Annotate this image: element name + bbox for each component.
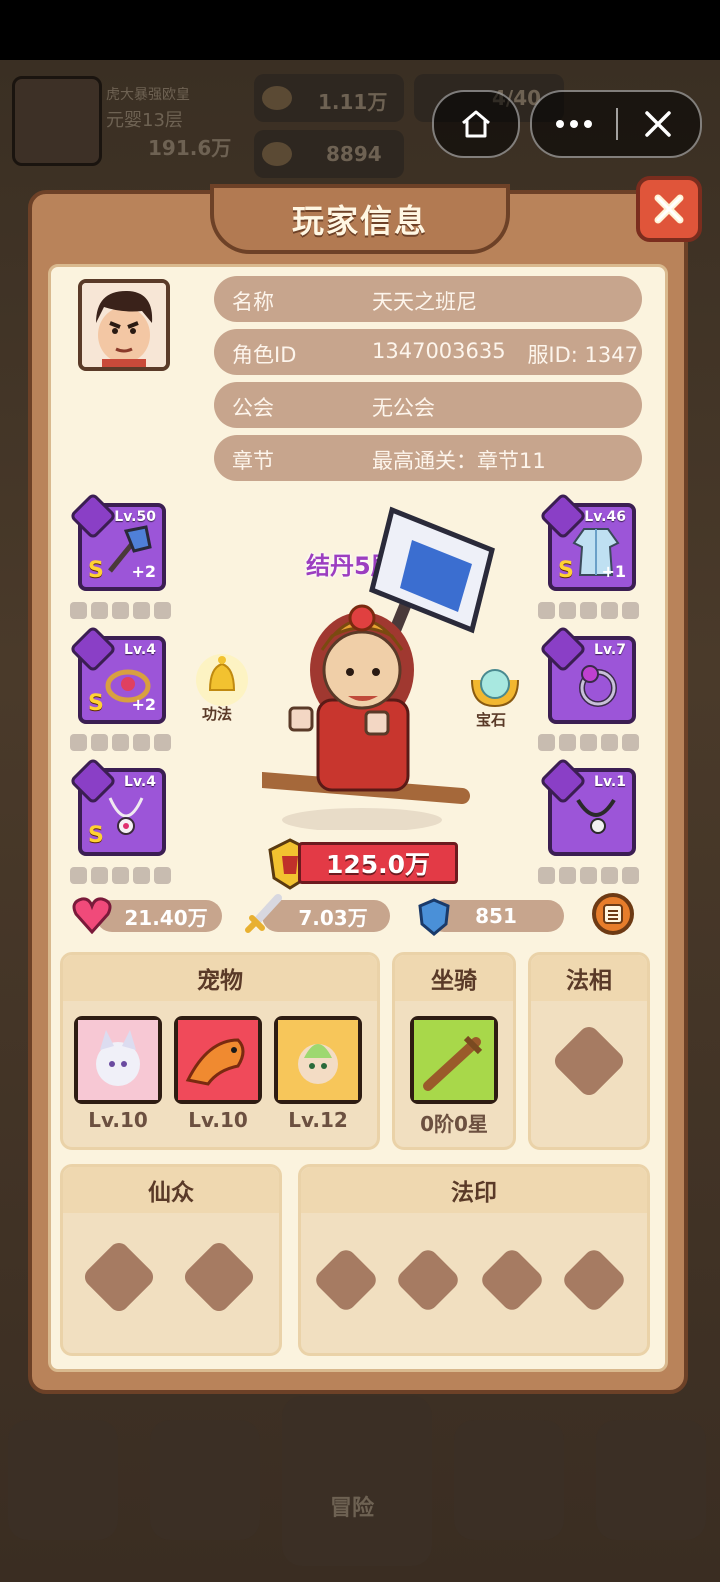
info-row-id: 角色ID 1347003635 服ID: 1347: [214, 329, 642, 375]
list-icon: [603, 904, 623, 924]
ring-icon: [579, 665, 617, 707]
seals-title: 法印: [301, 1167, 647, 1213]
panel-close-button[interactable]: [636, 176, 702, 242]
equip-grade: S: [558, 558, 574, 583]
heart-icon: [72, 897, 112, 934]
sword-icon: [245, 894, 282, 933]
equip-plus: +2: [131, 695, 156, 714]
mount-title: 坐骑: [395, 955, 513, 1001]
ring-star-dots: [538, 734, 639, 751]
name-value: 天天之班尼: [372, 290, 477, 314]
bg-nav-5: [596, 1420, 706, 1540]
capsule-close-button[interactable]: [618, 110, 698, 138]
bg-nav-1: [8, 1420, 118, 1540]
name-label: 名称: [232, 290, 274, 314]
equip-slot-robe[interactable]: Lv.46 S +1: [538, 491, 636, 591]
mount-slot[interactable]: [410, 1016, 498, 1104]
attribute-detail-button[interactable]: [592, 893, 634, 935]
pet-slot-3[interactable]: [274, 1016, 362, 1104]
pendant-star-dots: [538, 867, 639, 884]
avatar-face-icon: [82, 283, 166, 367]
info-row-name: 名称 天天之班尼: [214, 276, 642, 322]
bg-gem-icon: [262, 142, 292, 166]
immortals-section: 仙众: [60, 1164, 282, 1356]
robe-star-dots: [538, 602, 639, 619]
bg-food-icon: [262, 86, 292, 110]
skill-button[interactable]: [190, 650, 254, 706]
info-row-guild: 公会 无公会: [214, 382, 642, 428]
equip-slot-ring[interactable]: Lv.7: [538, 624, 636, 724]
pet-level: Lv.10: [88, 1108, 148, 1132]
id-value: 1347003635: [372, 339, 506, 363]
power-value: 125.0万: [325, 850, 431, 879]
equip-slot-pendant[interactable]: Lv.1: [538, 756, 636, 856]
pet-level: Lv.10: [188, 1108, 248, 1132]
equip-plus: +2: [131, 562, 156, 581]
pet-fox-icon: [78, 1020, 158, 1100]
equip-slot-weapon[interactable]: Lv.50 S +2: [68, 491, 166, 591]
equip-grade: S: [88, 691, 104, 716]
id-label: 角色ID: [232, 343, 297, 367]
home-icon: [462, 110, 490, 138]
power-banner: 125.0万: [298, 842, 458, 884]
guild-value: 无公会: [372, 396, 435, 420]
equip-grade: S: [88, 558, 104, 583]
mount-sword-icon: [414, 1020, 494, 1100]
skill-label: 功法: [202, 705, 233, 723]
hp-stat: 21.40万: [96, 900, 222, 932]
hero-character: [262, 506, 495, 830]
guild-label: 公会: [232, 396, 274, 420]
chapter-label: 章节: [232, 449, 274, 473]
pet-dragon-icon: [178, 1020, 258, 1100]
bg-nav-4: [454, 1420, 564, 1540]
hp-value: 21.40万: [124, 905, 208, 930]
attack-value: 7.03万: [298, 905, 368, 930]
equip-slot-amulet[interactable]: Lv.4 S +2: [68, 624, 166, 724]
weapon-star-dots: [70, 602, 171, 619]
bg-player-level: 元婴13层: [106, 110, 183, 131]
amulet-star-dots: [70, 734, 171, 751]
bg-player-name: 虎大暴强欧皇: [106, 87, 190, 103]
close-icon: [654, 194, 684, 224]
equip-plus: +1: [601, 562, 626, 581]
shield-icon: [418, 898, 450, 936]
chapter-value: 最高通关：章节11: [372, 449, 546, 473]
bg-nav-adventure: [282, 1396, 432, 1566]
home-button[interactable]: [432, 90, 520, 158]
defense-value: 851: [475, 904, 517, 928]
bg-adventure-label: 冒险: [330, 1496, 375, 1521]
bg-gems: 8894: [326, 142, 382, 166]
info-row-chapter: 章节 最高通关：章节11: [214, 435, 642, 481]
pet-level: Lv.12: [288, 1108, 348, 1132]
panel-title: 玩家信息: [291, 202, 428, 240]
equip-slot-necklace[interactable]: Lv.4 S: [68, 756, 166, 856]
necklace-star-dots: [70, 867, 171, 884]
skill-bell-icon: [196, 654, 248, 706]
pet-rabbit-icon: [278, 1020, 358, 1100]
player-avatar[interactable]: [78, 279, 170, 371]
more-icon: [556, 120, 592, 128]
more-button[interactable]: [532, 119, 616, 129]
pendant-icon: [576, 798, 616, 834]
pet-slot-1[interactable]: [74, 1016, 162, 1104]
bg-food: 1.11万: [318, 90, 388, 114]
bg-player-avatar: [12, 76, 102, 166]
pet-slot-2[interactable]: [174, 1016, 262, 1104]
status-bar: [0, 0, 720, 60]
dharma-title: 法相: [531, 955, 647, 1001]
mount-value: 0阶0星: [420, 1112, 488, 1136]
equip-grade: S: [88, 823, 104, 848]
server-id-value: 服ID: 1347: [527, 343, 638, 367]
pets-title: 宠物: [63, 955, 377, 1001]
close-icon: [645, 111, 671, 137]
mini-program-capsule: [530, 90, 702, 158]
bg-power: 191.6万: [148, 136, 232, 160]
necklace-icon: [108, 797, 144, 835]
bg-nav-2: [150, 1420, 260, 1540]
panel-title-banner: 玩家信息: [210, 184, 510, 254]
immortals-title: 仙众: [63, 1167, 279, 1213]
